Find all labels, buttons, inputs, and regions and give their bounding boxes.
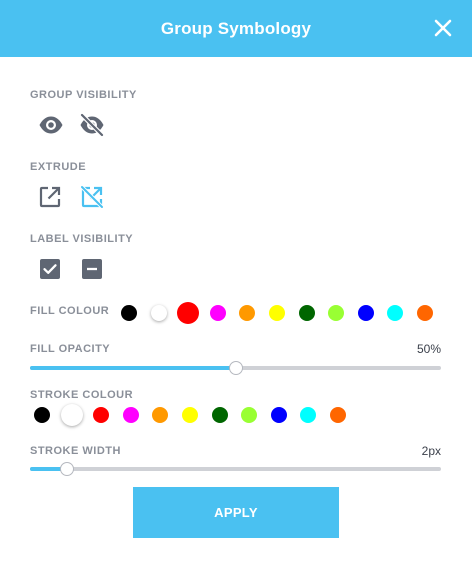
fill-colour-swatch[interactable] [328,305,345,321]
stroke-colour-swatch[interactable] [152,407,169,423]
fill-opacity-slider-fill [30,366,236,370]
fill-colour-swatch[interactable] [417,305,433,321]
fill-opacity-value: 50% [416,342,441,356]
fill-opacity-slider[interactable] [30,361,441,375]
stroke-colour-swatch[interactable] [300,407,317,423]
stroke-width-slider-thumb[interactable] [60,462,74,476]
checkbox-indeterminate-icon[interactable] [79,256,105,282]
stroke-colour-swatch[interactable] [241,407,258,423]
eye-off-icon[interactable] [79,112,105,138]
fill-colour-swatch[interactable] [269,305,285,321]
stroke-colour-swatch[interactable] [93,407,110,423]
fill-colour-swatch[interactable] [357,305,374,321]
fill-colour-swatch-selected[interactable] [177,302,200,324]
eye-icon[interactable] [38,112,64,138]
stroke-colour-swatch[interactable] [182,407,198,423]
checkbox-checked-icon[interactable] [37,256,63,282]
external-link-off-icon[interactable] [79,184,105,210]
fill-colour-swatch[interactable] [150,305,167,321]
apply-button[interactable]: APPLY [133,487,339,538]
stroke-colour-swatch[interactable] [34,407,50,423]
stroke-colour-label: STROKE COLOUR [30,389,134,401]
fill-colour-swatch[interactable] [387,305,404,321]
fill-colour-swatch[interactable] [239,305,256,321]
stroke-width-slider[interactable] [30,462,441,476]
stroke-width-value: 2px [421,444,441,458]
group-visibility-label: GROUP VISIBILITY [30,89,137,101]
fill-colour-swatch[interactable] [121,305,137,321]
stroke-colour-swatch[interactable] [270,407,287,423]
stroke-colour-swatch-selected[interactable] [60,404,83,426]
stroke-colour-swatch[interactable] [330,407,346,423]
label-visibility-label: LABEL VISIBILITY [30,233,134,245]
stroke-colour-swatch[interactable] [211,407,228,423]
fill-colour-swatch[interactable] [298,305,315,321]
close-icon[interactable] [432,17,454,39]
fill-opacity-label: FILL OPACITY [30,343,111,355]
fill-colour-label: FILL COLOUR [30,305,110,317]
external-link-icon[interactable] [37,184,63,210]
fill-opacity-slider-thumb[interactable] [229,361,243,375]
stroke-colour-swatch[interactable] [122,407,139,423]
fill-colour-swatch[interactable] [209,305,226,321]
extrude-label: EXTRUDE [30,161,87,173]
dialog-header: Group Symbology [0,0,472,57]
stroke-width-label: STROKE WIDTH [30,445,121,457]
dialog-title: Group Symbology [160,19,312,38]
